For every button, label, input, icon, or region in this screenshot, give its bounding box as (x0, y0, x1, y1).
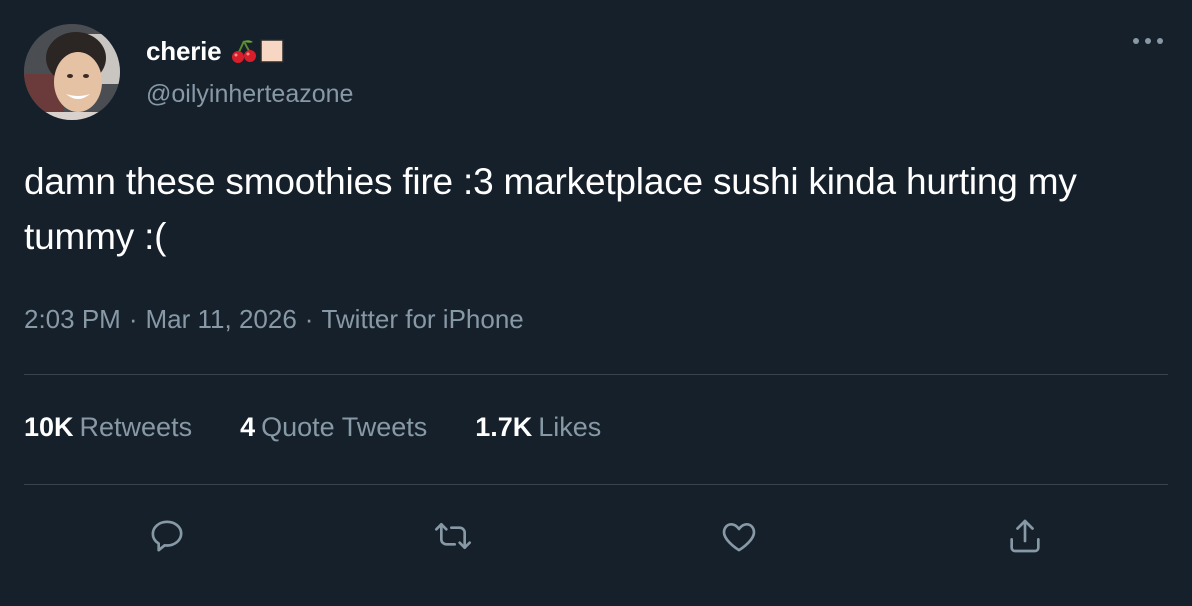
likes-count: 1.7K (475, 412, 533, 442)
quote-tweets-label: Quote Tweets (261, 412, 428, 442)
reply-icon (151, 520, 183, 552)
divider-bottom (24, 484, 1168, 485)
more-icon (1133, 38, 1163, 44)
retweets-stat[interactable]: 10K Retweets (24, 412, 192, 443)
tweet-source[interactable]: Twitter for iPhone (321, 304, 523, 334)
share-icon (1010, 519, 1040, 553)
avatar-image (24, 24, 120, 120)
quote-tweets-stat[interactable]: 4 Quote Tweets (240, 412, 427, 443)
quote-tweets-count: 4 (240, 412, 256, 442)
tweet-header: cherie @oilyinherteazone (24, 24, 1168, 120)
tweet-actions (0, 512, 1192, 560)
retweet-button[interactable] (429, 512, 477, 560)
peach-square-emoji-icon (260, 39, 285, 63)
tweet-text: damn these smoothies fire :3 marketplace… (24, 161, 1077, 257)
retweet-icon (435, 523, 471, 549)
like-button[interactable] (715, 512, 763, 560)
likes-stat[interactable]: 1.7K Likes (475, 412, 601, 443)
tweet-meta: 2:03 PM · Mar 11, 2026 · Twitter for iPhone (24, 304, 524, 335)
user-info: cherie @oilyinherteazone (146, 36, 353, 109)
cherries-emoji-icon (232, 40, 257, 63)
display-name[interactable]: cherie (146, 36, 222, 67)
meta-separator: · (128, 304, 138, 334)
meta-separator: · (304, 304, 314, 334)
tweet-time[interactable]: 2:03 PM (24, 304, 121, 334)
tweet-card: cherie @oilyinherteazone damn these smoo… (0, 0, 1192, 606)
divider-top (24, 374, 1168, 375)
tweet-date[interactable]: Mar 11, 2026 (146, 304, 297, 334)
reply-button[interactable] (143, 512, 191, 560)
display-name-row: cherie (146, 36, 353, 66)
user-handle[interactable]: @oilyinherteazone (146, 80, 353, 109)
name-emojis (231, 38, 285, 64)
likes-label: Likes (538, 412, 602, 442)
retweets-label: Retweets (79, 412, 193, 442)
tweet-stats: 10K Retweets 4 Quote Tweets 1.7K Likes (24, 412, 649, 443)
share-button[interactable] (1001, 512, 1049, 560)
retweets-count: 10K (24, 412, 74, 442)
avatar[interactable] (24, 24, 120, 120)
like-icon (722, 523, 756, 552)
more-options-button[interactable] (1128, 26, 1168, 56)
